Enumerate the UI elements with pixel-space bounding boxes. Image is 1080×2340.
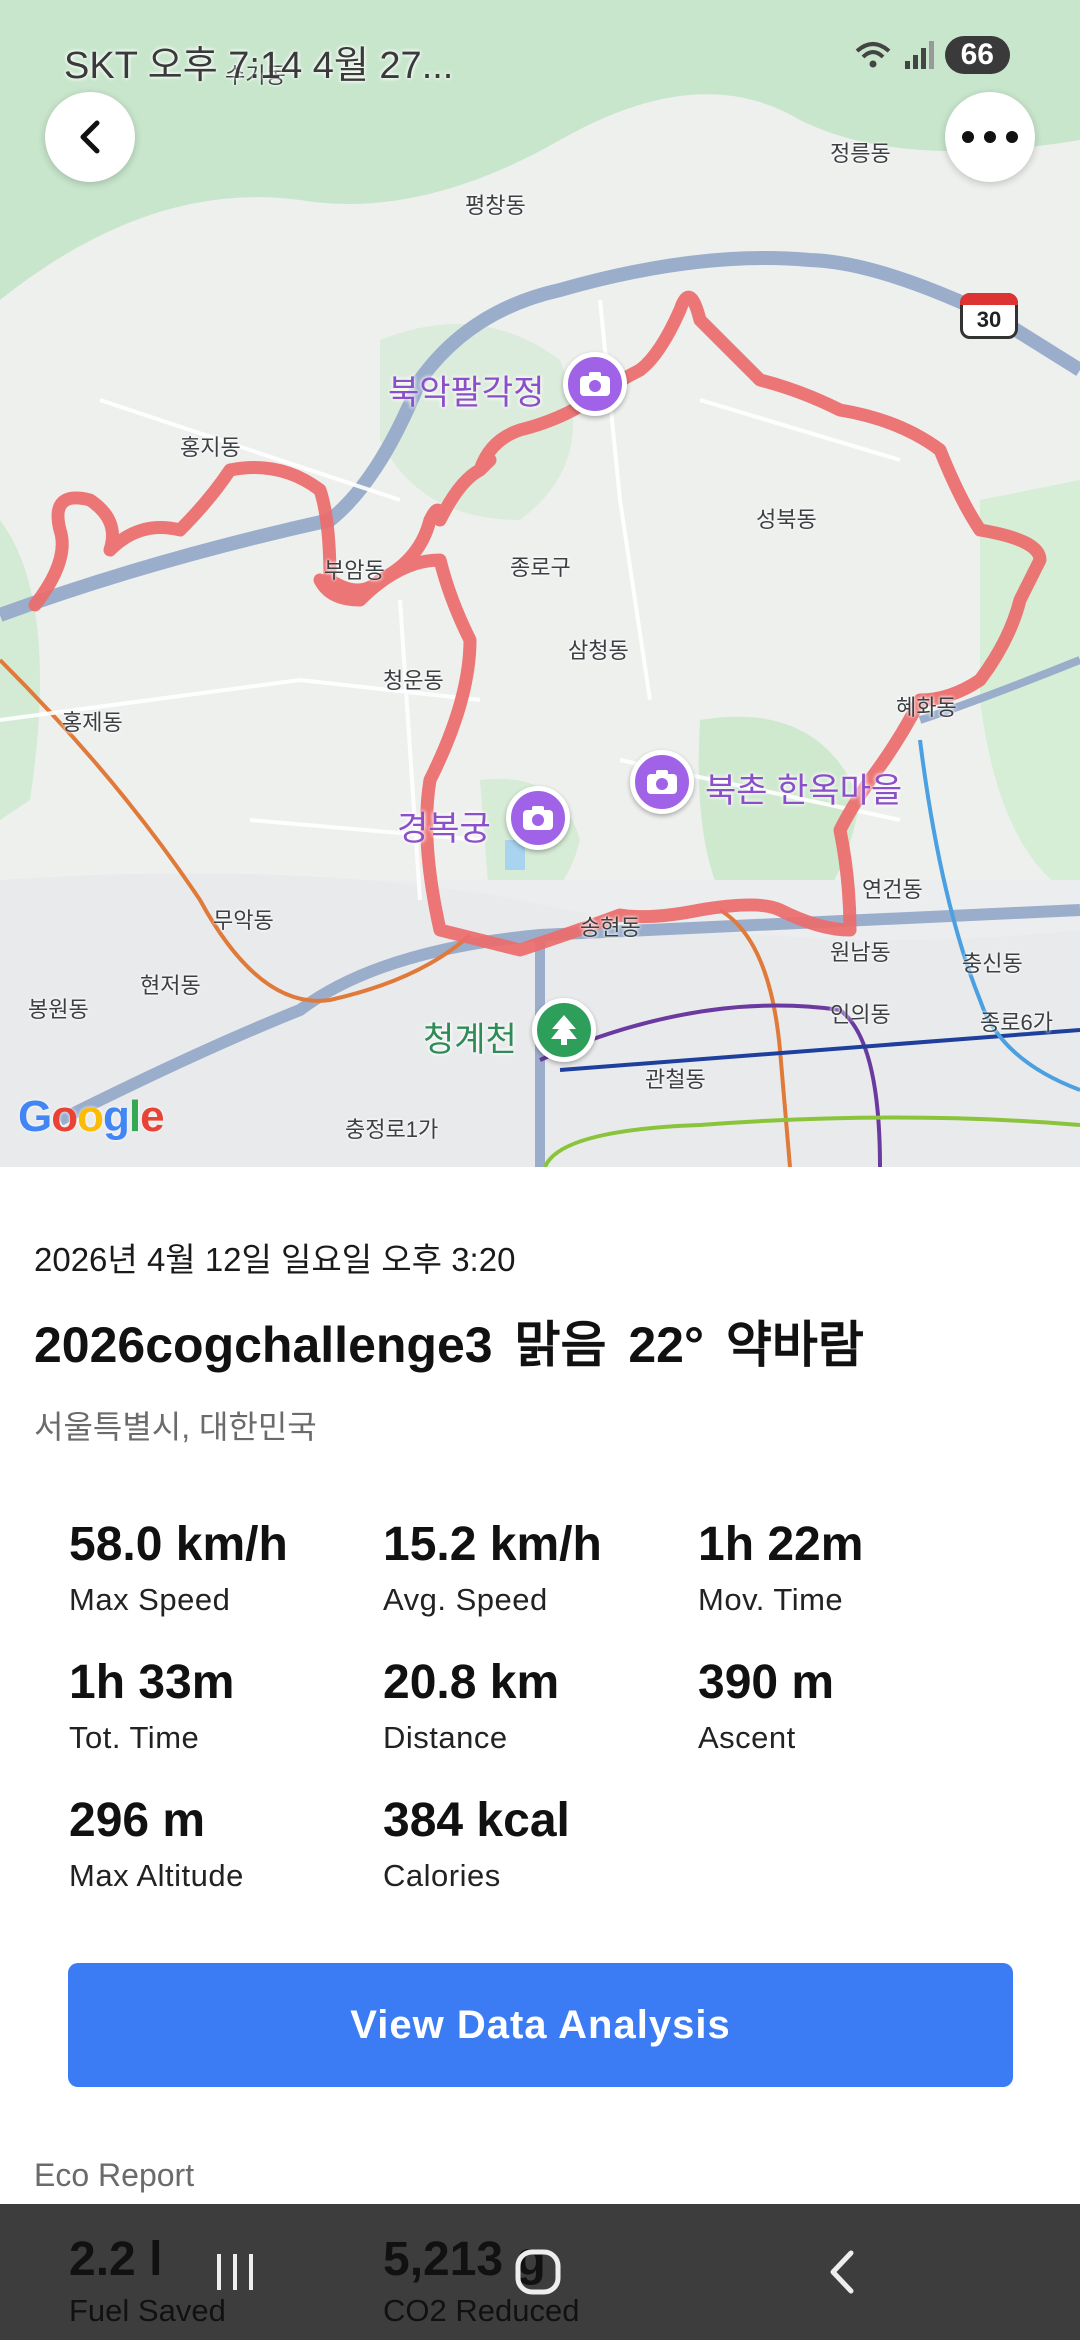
status-icons: 66 bbox=[853, 36, 1010, 74]
stat-value: 58.0 km/h bbox=[69, 1518, 288, 1571]
stat-value: 1h 33m bbox=[69, 1656, 235, 1709]
google-logo: Google bbox=[18, 1092, 165, 1142]
map-label: 인의동 bbox=[830, 1002, 891, 1027]
stat-label: Mov. Time bbox=[698, 1582, 844, 1617]
stat-label: Ascent bbox=[698, 1720, 796, 1755]
map-label: 홍제동 bbox=[62, 710, 123, 735]
map-label: 정릉동 bbox=[830, 141, 891, 166]
home-icon bbox=[515, 2249, 561, 2295]
stat-total-time: 1h 33m Tot. Time bbox=[69, 1655, 369, 1756]
recents-icon bbox=[217, 2254, 253, 2290]
logo-letter: g bbox=[103, 1092, 130, 1141]
map-label: 관철동 bbox=[645, 1067, 706, 1092]
map-label: 청운동 bbox=[383, 668, 444, 693]
status-text: SKT 오후 7:14 4월 27... bbox=[64, 45, 454, 87]
more-horizontal-icon bbox=[962, 131, 1018, 143]
poi-label-gyeongbok[interactable]: 경복궁 bbox=[397, 801, 491, 850]
stat-value: 1h 22m bbox=[698, 1518, 864, 1571]
stat-value: 15.2 km/h bbox=[383, 1518, 602, 1571]
stat-max-altitude: 296 m Max Altitude bbox=[69, 1793, 369, 1894]
stat-moving-time: 1h 22m Mov. Time bbox=[698, 1517, 998, 1618]
map-label: 삼청동 bbox=[568, 638, 629, 663]
map-label: 홍지동 bbox=[180, 435, 241, 460]
stat-label: Avg. Speed bbox=[383, 1582, 548, 1617]
stat-label: Calories bbox=[383, 1858, 501, 1893]
ride-location: 서울특별시, 대한민국 bbox=[34, 1409, 317, 1445]
stat-label: Max Speed bbox=[69, 1582, 231, 1617]
map-label: 부암동 bbox=[324, 558, 385, 583]
wifi-icon bbox=[855, 42, 890, 68]
map-label: 평창동 bbox=[465, 193, 526, 218]
stat-label: Distance bbox=[383, 1720, 508, 1755]
stat-max-speed: 58.0 km/h Max Speed bbox=[69, 1517, 369, 1618]
stat-value: 390 m bbox=[698, 1656, 835, 1709]
route-map[interactable]: 수기동 정릉동 평창동 홍지동 성북동 부암동 종로구 삼청동 청운동 혜화동 … bbox=[0, 0, 1080, 1167]
status-bar: SKT 오후 7:14 4월 27... 66 bbox=[0, 0, 1080, 118]
more-options-button[interactable] bbox=[945, 92, 1035, 182]
stat-label: Max Altitude bbox=[69, 1858, 244, 1893]
chevron-left-icon bbox=[80, 120, 100, 154]
battery-level: 66 bbox=[944, 36, 1010, 74]
map-label: 무악동 bbox=[213, 908, 274, 933]
logo-letter: o bbox=[77, 1092, 104, 1141]
stat-avg-speed: 15.2 km/h Avg. Speed bbox=[383, 1517, 683, 1618]
logo-letter: o bbox=[51, 1092, 78, 1141]
logo-letter: G bbox=[18, 1092, 52, 1141]
ride-date: 2026년 4월 12일 일요일 오후 3:20 bbox=[34, 1241, 516, 1278]
logo-letter: e bbox=[140, 1092, 165, 1141]
map-label: 봉원동 bbox=[28, 997, 89, 1022]
road-number: 30 bbox=[976, 307, 1002, 332]
stat-calories: 384 kcal Calories bbox=[383, 1793, 683, 1894]
signal-icon bbox=[904, 41, 934, 69]
map-label: 연건동 bbox=[862, 877, 923, 902]
ride-title: 2026cogchallenge3 맑음 22° 약바람 bbox=[34, 1317, 864, 1373]
eco-report-title: Eco Report bbox=[34, 2157, 195, 2193]
stat-distance: 20.8 km Distance bbox=[383, 1655, 683, 1756]
view-data-analysis-button[interactable]: View Data Analysis bbox=[68, 1963, 1013, 2087]
home-button[interactable] bbox=[458, 2204, 618, 2340]
stat-ascent: 390 m Ascent bbox=[698, 1655, 998, 1756]
stat-value: 384 kcal bbox=[383, 1794, 570, 1847]
map-label: 원남동 bbox=[830, 940, 891, 965]
system-back-button[interactable] bbox=[762, 2204, 922, 2340]
map-label: 성북동 bbox=[756, 507, 817, 532]
stat-value: 20.8 km bbox=[383, 1656, 560, 1709]
road-number-shield: 30 bbox=[960, 293, 1018, 339]
map-label: 종로6가 bbox=[980, 1010, 1053, 1035]
recents-button[interactable] bbox=[155, 2204, 315, 2340]
camera-pin-icon[interactable] bbox=[563, 352, 627, 416]
map-label: 종로구 bbox=[510, 555, 571, 580]
poi-label-bugak[interactable]: 북악팔각정 bbox=[388, 365, 544, 414]
poi-label-cheonggye[interactable]: 청계천 bbox=[423, 1012, 517, 1061]
poi-label-bukchon[interactable]: 북촌 한옥마을 bbox=[705, 763, 902, 812]
map-label: 송현동 bbox=[580, 915, 641, 940]
stat-label: Tot. Time bbox=[69, 1720, 200, 1755]
camera-pin-icon[interactable] bbox=[630, 750, 694, 814]
system-navigation-bar bbox=[0, 2204, 1080, 2340]
stat-value: 296 m bbox=[69, 1794, 206, 1847]
map-label: 현저동 bbox=[140, 973, 201, 998]
map-label: 충신동 bbox=[962, 951, 1023, 976]
logo-letter: l bbox=[128, 1092, 141, 1141]
back-button[interactable] bbox=[45, 92, 135, 182]
map-label: 혜화동 bbox=[896, 695, 957, 720]
tree-pin-icon[interactable] bbox=[532, 998, 596, 1062]
map-label: 충정로1가 bbox=[345, 1117, 439, 1142]
back-icon bbox=[830, 2250, 854, 2294]
camera-pin-icon[interactable] bbox=[506, 786, 570, 850]
